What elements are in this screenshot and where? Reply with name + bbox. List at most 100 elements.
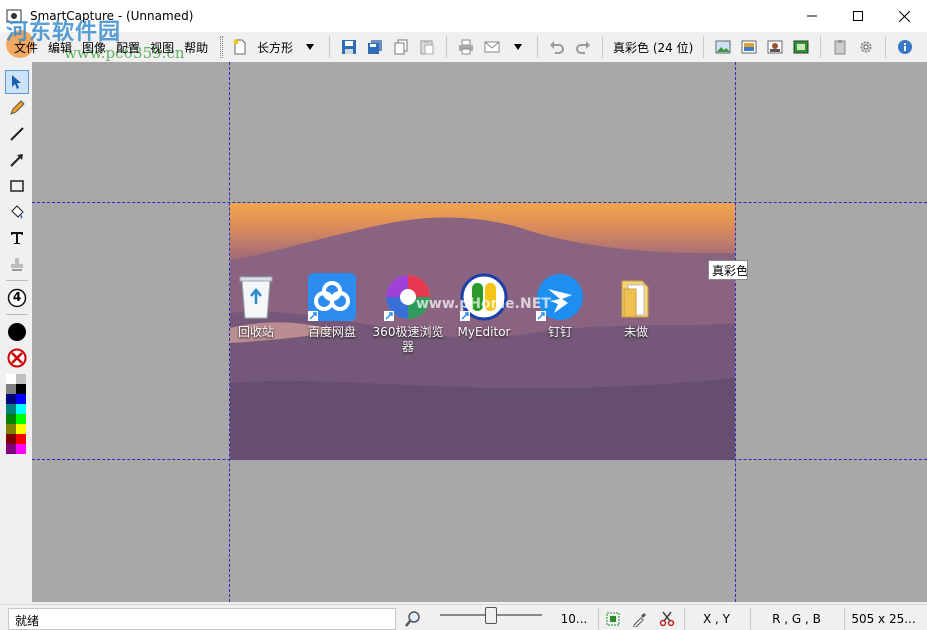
info-icon	[898, 40, 913, 54]
toolbar-grip[interactable]	[220, 36, 223, 58]
recycle-bin-icon	[239, 276, 273, 319]
toolbar-separator	[537, 36, 539, 58]
undo-button[interactable]	[546, 36, 568, 58]
color-swatch[interactable]	[6, 374, 16, 384]
color-adjust-button[interactable]	[738, 36, 760, 58]
color-swatch[interactable]	[6, 394, 16, 404]
envelope-icon	[484, 41, 500, 53]
arrow-tool-button[interactable]	[5, 148, 29, 172]
save-icon	[342, 40, 357, 54]
settings-button[interactable]	[855, 36, 877, 58]
color-swatch[interactable]	[16, 384, 26, 394]
paste-icon	[420, 40, 434, 55]
menu-config[interactable]: 配置	[116, 39, 140, 56]
zoom-magnifier-icon[interactable]	[404, 610, 422, 628]
print-button[interactable]	[455, 36, 477, 58]
color-swatch[interactable]	[16, 414, 26, 424]
new-shape-button[interactable]	[229, 36, 251, 58]
email-button[interactable]	[481, 36, 503, 58]
watermark-overlay: www.pHome.NET	[416, 296, 551, 312]
rectangle-icon	[10, 180, 24, 192]
pencil-icon	[10, 100, 25, 115]
dropdown-arrow-icon	[514, 44, 523, 50]
menu-image[interactable]: 图像	[82, 39, 106, 56]
status-bar: 就绪 10... X , Y R , G , B 505 x 25...	[0, 604, 927, 630]
about-button[interactable]	[894, 36, 916, 58]
new-page-icon	[233, 39, 246, 55]
line-tool-button[interactable]	[5, 122, 29, 146]
color-swatch[interactable]	[16, 404, 26, 414]
shape-dropdown-button[interactable]	[299, 36, 321, 58]
foreground-color-button[interactable]	[5, 320, 29, 344]
menu-edit[interactable]: 编辑	[48, 39, 72, 56]
no-fill-color-button[interactable]	[5, 346, 29, 370]
color-mode-label[interactable]: 真彩色 (24 位)	[609, 39, 697, 56]
text-tool-button[interactable]	[5, 226, 29, 250]
select-tool-button[interactable]	[5, 70, 29, 94]
zoom-slider-thumb[interactable]	[485, 607, 497, 624]
pencil-tool-button[interactable]	[5, 96, 29, 120]
color-swatch[interactable]	[6, 424, 16, 434]
close-button[interactable]	[881, 0, 927, 32]
color-swatch[interactable]	[16, 374, 26, 384]
stamp-tool-button[interactable]	[5, 252, 29, 276]
save-button[interactable]	[338, 36, 360, 58]
capture-canvas[interactable]: 回收站 百度网盘 360极速浏览器 MyEditor 钉钉 未做 www.pHo…	[32, 62, 927, 602]
pixel-rgb: R , G , B	[750, 608, 842, 630]
landscape-image-icon	[715, 40, 731, 54]
color-swatch[interactable]	[16, 444, 26, 454]
line-width-button[interactable]: 4	[5, 286, 29, 310]
save-multiple-icon	[368, 40, 383, 54]
email-dropdown-button[interactable]	[507, 36, 529, 58]
minimize-button[interactable]	[789, 0, 835, 32]
color-picker-button[interactable]	[626, 608, 654, 630]
palette-separator	[6, 280, 28, 281]
menu-help[interactable]: 帮助	[184, 39, 208, 56]
color-swatch[interactable]	[6, 444, 16, 454]
clipboard-button[interactable]	[829, 36, 851, 58]
shape-select-label[interactable]: 长方形	[253, 39, 297, 56]
fit-window-button[interactable]	[598, 608, 626, 630]
crop-image-button[interactable]	[764, 36, 786, 58]
rectangle-tool-button[interactable]	[5, 174, 29, 198]
clipboard-icon	[834, 40, 846, 55]
save-all-button[interactable]	[364, 36, 386, 58]
paint-bucket-icon	[11, 205, 24, 219]
color-swatch[interactable]	[6, 404, 16, 414]
fit-frame-icon	[606, 612, 619, 626]
toolbar-separator	[885, 36, 887, 58]
toolbar-separator	[329, 36, 331, 58]
title-bar: SmartCapture - (Unnamed)	[0, 0, 927, 32]
redo-button[interactable]	[572, 36, 594, 58]
copy-button[interactable]	[390, 36, 412, 58]
cut-button[interactable]	[654, 608, 680, 630]
toolbar: 长方形 真彩色 (24 位)	[220, 32, 927, 62]
color-swatch[interactable]	[6, 414, 16, 424]
desktop-icon-recycle-bin[interactable]: 回收站	[230, 273, 288, 340]
fill-tool-button[interactable]	[5, 200, 29, 224]
toolbar-separator	[446, 36, 448, 58]
color-swatch[interactable]	[16, 394, 26, 404]
frame-image-button[interactable]	[790, 36, 812, 58]
color-swatch[interactable]	[6, 384, 16, 394]
color-swatch[interactable]	[16, 424, 26, 434]
menu-view[interactable]: 视图	[150, 39, 174, 56]
desktop-icon-label: 百度网盘	[307, 325, 356, 339]
toolbar-separator	[602, 36, 604, 58]
stamp-icon	[11, 258, 23, 271]
line-icon	[10, 127, 24, 141]
desktop-icon-label: 回收站	[237, 325, 274, 339]
color-swatch[interactable]	[16, 434, 26, 444]
image-view-button[interactable]	[712, 36, 734, 58]
line-width-value: 4	[12, 290, 22, 304]
desktop-icon-label: 360极速浏览器	[372, 325, 444, 354]
captured-image[interactable]: 回收站 百度网盘 360极速浏览器 MyEditor 钉钉 未做 www.pHo…	[230, 203, 735, 460]
desktop-icon-folder[interactable]: 未做	[604, 273, 668, 340]
menu-file[interactable]: 文件	[14, 39, 38, 56]
color-swatch[interactable]	[6, 434, 16, 444]
paste-button[interactable]	[416, 36, 438, 58]
desktop-icon-baidu-netdisk[interactable]: 百度网盘	[300, 273, 364, 340]
desktop-icon-360-browser[interactable]: 360极速浏览器	[373, 273, 443, 355]
maximize-button[interactable]	[835, 0, 881, 32]
undo-icon	[550, 41, 564, 54]
